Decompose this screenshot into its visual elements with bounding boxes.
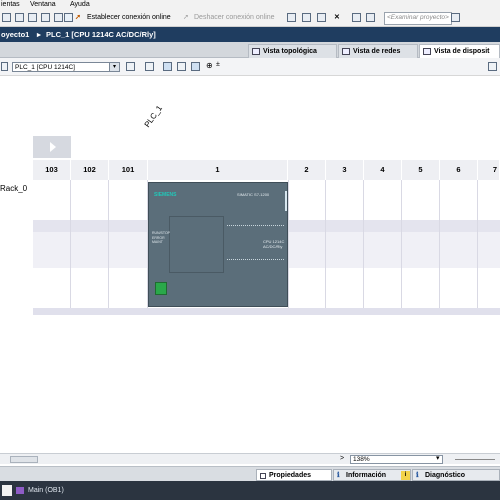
draw-icon[interactable] [163, 62, 172, 71]
block-icon [16, 487, 24, 494]
search-icon[interactable] [451, 13, 460, 22]
tab-properties[interactable]: Propiedades [256, 469, 332, 481]
expand-icon[interactable] [488, 62, 497, 71]
info-badge-icon: i [401, 471, 410, 480]
upload-icon[interactable] [28, 13, 37, 22]
download-icon[interactable] [15, 13, 24, 22]
cpu-model-line-2: AC/DC/Rly [263, 244, 283, 249]
grid-icon[interactable] [145, 62, 154, 71]
cpu-input-terminals [227, 225, 284, 227]
slot-header-2: 2 [288, 160, 326, 180]
device-toolbar: PLC_1 [CPU 1214C] ▾ ⊕ ± [0, 58, 500, 76]
slot-header-3: 3 [326, 160, 364, 180]
chevron-down-icon[interactable]: ▾ [109, 63, 119, 71]
zoom-select[interactable]: 138% [350, 455, 443, 464]
slot-header-101: 101 [109, 160, 148, 180]
canvas-scrollbar[interactable]: > 138% ▾ [0, 453, 500, 464]
breadcrumb-device[interactable]: PLC_1 [CPU 1214C AC/DC/Rly] [46, 27, 156, 42]
zoom-arrows-icon[interactable]: ± [216, 61, 220, 68]
slot-7[interactable] [478, 180, 500, 308]
view-tabs: Vista topológica Vista de redes Vista de… [0, 42, 500, 58]
cpu-module[interactable]: SIEMENS SIMATIC S7-1200 RUN/STOP ERROR M… [148, 182, 288, 307]
expand-slots-arrow-icon[interactable] [33, 136, 71, 158]
slot-6[interactable] [440, 180, 478, 308]
slot-header-7: 7 [478, 160, 500, 180]
slot-5[interactable] [402, 180, 440, 308]
slot-102[interactable] [71, 180, 109, 308]
cpu-brand: SIEMENS [154, 192, 177, 198]
properties-icon [260, 473, 266, 479]
split-horizontal-icon[interactable] [366, 13, 375, 22]
slot-header-6: 6 [440, 160, 478, 180]
inspector-tabs: Propiedades ℹ Información i ℹ Diagnóstic… [0, 466, 500, 481]
topology-icon [252, 48, 260, 55]
portal-view-icon[interactable] [2, 485, 12, 496]
connect-online-button[interactable]: Establecer conexión online [87, 12, 171, 23]
slot-3[interactable] [326, 180, 364, 308]
disconnect-online-button[interactable]: Deshacer conexión online [194, 12, 275, 23]
tab-diagnostics[interactable]: ℹ Diagnóstico [412, 469, 500, 481]
rack-bottom-rail [33, 308, 500, 315]
tab-network-view[interactable]: Vista de redes [338, 44, 418, 58]
cpu-status-leds: RUN/STOP ERROR MAINT [152, 231, 171, 244]
taskbar-item-main-ob1[interactable]: Main (OB1) [16, 485, 64, 496]
scroll-thumb[interactable] [10, 456, 38, 463]
search-input[interactable]: <Examinar proyecto> [384, 12, 452, 25]
zoom-slider[interactable] [455, 459, 495, 460]
rack-label[interactable]: Rack_0 [0, 184, 27, 193]
compile-icon[interactable] [41, 13, 50, 22]
cpu-series: SIMATIC S7-1200 [237, 192, 270, 197]
profinet-port-icon [155, 282, 167, 295]
device-view-icon [423, 48, 431, 55]
cross-reference-icon[interactable] [302, 13, 311, 22]
device-properties-icon[interactable] [126, 62, 135, 71]
split-vertical-icon[interactable] [352, 13, 361, 22]
split-editor-icon[interactable] [317, 13, 326, 22]
slot-header-4: 4 [364, 160, 402, 180]
page-view-icon[interactable] [191, 62, 200, 71]
overview-icon[interactable] [177, 62, 186, 71]
slot-header-102: 102 [71, 160, 109, 180]
tab-information[interactable]: ℹ Información i [333, 469, 411, 481]
slot-header-5: 5 [402, 160, 440, 180]
main-toolbar: ➚ Establecer conexión online ➚ Deshacer … [0, 9, 500, 27]
slot-2[interactable] [288, 180, 326, 308]
zoom-icon[interactable]: ⊕ [206, 61, 213, 70]
breadcrumb-separator-icon: ▸ [37, 30, 41, 39]
plc-label[interactable]: PLC_1 [143, 104, 164, 129]
editor-taskbar: Main (OB1) [0, 481, 500, 500]
close-icon[interactable]: ✕ [334, 12, 340, 23]
cpu-output-terminals [227, 259, 284, 261]
connect-icon[interactable]: ➚ [75, 12, 81, 23]
tab-topology-view[interactable]: Vista topológica [248, 44, 337, 58]
device-select[interactable]: PLC_1 [CPU 1214C] ▾ [12, 62, 120, 72]
slot-4[interactable] [364, 180, 402, 308]
network-icon [342, 48, 350, 55]
menu-bar: ientas Ventana Ayuda [0, 0, 500, 9]
cpu-scroll-marker [285, 191, 287, 211]
breadcrumb-project[interactable]: oyecto1 [1, 27, 29, 42]
save-icon[interactable] [2, 13, 11, 22]
toolbar-grip-icon [1, 62, 8, 71]
scroll-right-icon[interactable]: > [340, 454, 344, 464]
menu-item-window[interactable]: Ventana [30, 0, 56, 9]
slot-101[interactable] [109, 180, 148, 308]
accessible-devices-icon[interactable] [287, 13, 296, 22]
simulate-icon[interactable] [54, 13, 63, 22]
slot-header-1: 1 [148, 160, 288, 180]
menu-item-help[interactable]: Ayuda [70, 0, 90, 9]
monitor-icon[interactable] [64, 13, 73, 22]
menu-item-tools[interactable]: ientas [1, 0, 20, 9]
cpu-cover [169, 216, 224, 273]
slot-header-103: 103 [33, 160, 71, 180]
tab-device-view[interactable]: Vista de disposit [419, 44, 500, 58]
disconnect-icon: ➚ [183, 14, 189, 21]
zoom-dropdown-icon[interactable]: ▾ [436, 454, 440, 464]
slot-103[interactable] [33, 180, 71, 308]
breadcrumb: oyecto1 ▸ PLC_1 [CPU 1214C AC/DC/Rly] [0, 27, 500, 42]
